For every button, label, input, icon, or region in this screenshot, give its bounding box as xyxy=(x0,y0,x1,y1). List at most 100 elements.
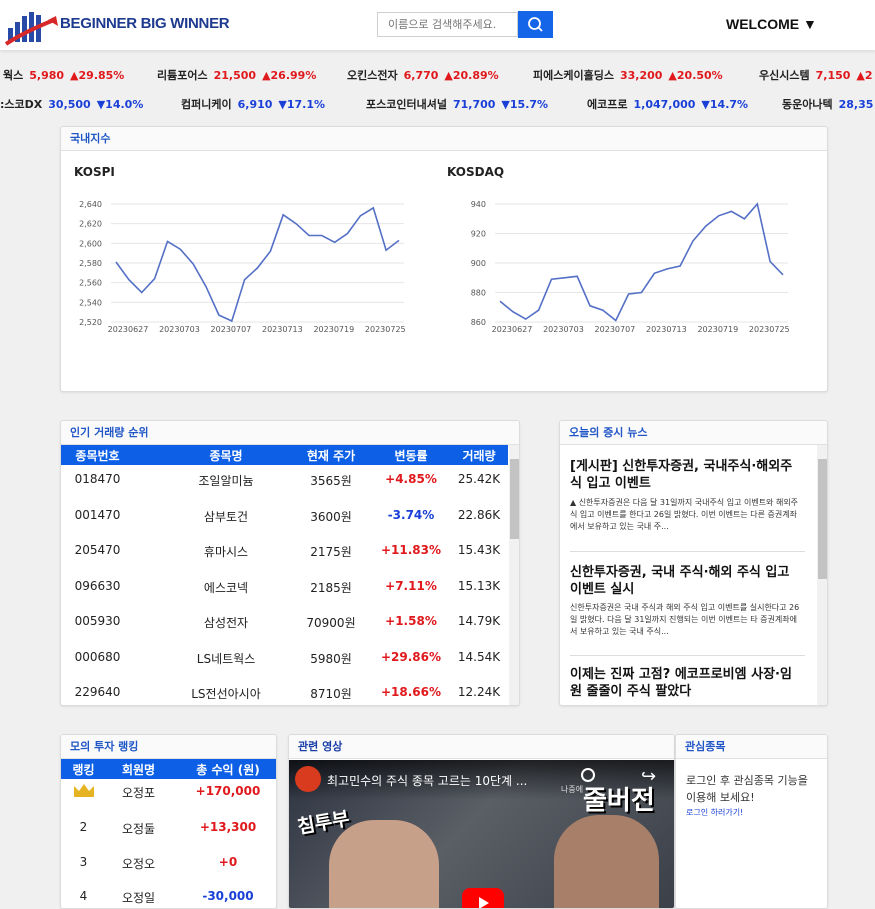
video-title[interactable]: 최고민수의 주식 종목 고르는 10단계 ... xyxy=(327,772,527,789)
video-panel-title: 관련 영상 xyxy=(289,735,674,759)
cell-code: 005930 xyxy=(74,614,121,628)
news-summary: 신한투자증권은 국내 주식과 해외 주식 입고 이벤트를 실시한다고 26일 밝… xyxy=(570,603,800,636)
ticker-name: 포스코인터내셔널 xyxy=(366,98,447,111)
col-profit: 총 수익 (원) xyxy=(196,763,260,777)
crown-icon xyxy=(71,783,97,802)
logo-icon[interactable] xyxy=(4,6,60,46)
ticker-item[interactable]: 피에스케이홀딩스 33,200 ▲20.50% xyxy=(533,67,723,83)
series-line xyxy=(499,202,784,322)
cell-price: 5980원 xyxy=(310,651,352,666)
video-player[interactable]: 최고민수의 주식 종목 고르는 10단계 ... 나중에 ↪ 줄버전 침투부 xyxy=(289,760,674,908)
search-button[interactable] xyxy=(518,11,553,38)
cell-price: 3600원 xyxy=(310,509,352,524)
news-title[interactable]: [게시판] 신한투자증권, 국내주식·해외주식 입고 이벤트 xyxy=(570,458,802,492)
member-name: 오정오 xyxy=(121,857,156,871)
ticker-name: 오킨스전자 xyxy=(347,69,398,82)
col-change: 변동률 xyxy=(394,449,428,463)
cell-change: +11.83% xyxy=(380,543,442,557)
search-input[interactable] xyxy=(377,12,518,37)
x-tick-label: 20230627 xyxy=(108,325,149,334)
cell-change: +18.66% xyxy=(380,685,442,699)
cell-volume: 25.42K xyxy=(457,472,501,486)
ticker-price: 1,047,000 xyxy=(633,98,696,111)
y-tick-label: 2,540 xyxy=(79,298,102,307)
news-title[interactable]: 신한투자증권, 국내 주식·해외 주식 입고 이벤트 실시 xyxy=(570,564,802,598)
y-tick-label: 2,600 xyxy=(79,239,102,248)
channel-avatar[interactable] xyxy=(295,766,321,792)
x-tick-label: 20230713 xyxy=(646,325,687,334)
ticker-price: 33,200 xyxy=(619,69,663,82)
login-message: 로그인 후 관심종목 기능을 이용해 보세요! xyxy=(686,774,808,804)
series-line xyxy=(115,206,400,323)
y-tick-label: 900 xyxy=(471,259,486,268)
search-icon xyxy=(528,17,543,32)
ticker-item[interactable]: 동운아나텍 28,35 xyxy=(782,96,875,112)
ticker-change: ▼14.7% xyxy=(701,98,749,111)
play-button[interactable] xyxy=(462,888,504,908)
ticker-item[interactable]: 컴퍼니케이 6,910 ▼17.1% xyxy=(181,96,325,112)
news-title[interactable]: 이제는 진짜 고점? 에코프로비엠 사장·임원 줄줄이 주식 팔았다 xyxy=(570,666,802,700)
y-tick-label: 860 xyxy=(471,318,486,327)
cell-price: 2175원 xyxy=(310,545,352,559)
ticker-item[interactable]: 웍스 5,980 ▲29.85% xyxy=(3,67,124,83)
ticker-change: ▲2 xyxy=(856,69,873,82)
welcome-menu[interactable]: WELCOME ▼ xyxy=(726,16,817,32)
scroll-thumb[interactable] xyxy=(510,459,519,539)
cell-code: 096630 xyxy=(74,578,121,593)
cell-volume: 22.86K xyxy=(457,507,501,522)
watch-later-label: 나중에 xyxy=(561,785,584,794)
member-profit: +0 xyxy=(218,855,238,869)
watchlist-panel: 관심종목 로그인 후 관심종목 기능을 이용해 보세요! 로그인 하러가기! xyxy=(675,734,828,909)
ticker-item[interactable]: 포스코인터내셔널 71,700 ▼15.7% xyxy=(366,96,548,112)
ticker-name: :스코DX xyxy=(0,98,43,111)
cell-code: 018470 xyxy=(74,472,121,486)
ticker-name: 에코프로 xyxy=(587,98,628,111)
volume-table-header: 종목번호 종목명 현재 주가 변동률 거래량 xyxy=(61,445,508,465)
x-tick-label: 20230627 xyxy=(492,325,533,334)
col-name: 종목명 xyxy=(209,449,243,463)
scroll-thumb[interactable] xyxy=(818,459,827,579)
member-rank: 3 xyxy=(79,855,88,869)
brand-name[interactable]: BEGINNER BIG WINNER xyxy=(60,15,230,32)
y-tick-label: 2,520 xyxy=(79,318,102,327)
ranking-table-header: 랭킹 회원명 총 수익 (원) xyxy=(61,759,276,779)
news-divider xyxy=(570,655,805,656)
top-header: BEGINNER BIG WINNER WELCOME ▼ xyxy=(0,0,875,50)
y-tick-label: 940 xyxy=(471,200,486,209)
cell-volume: 15.13K xyxy=(457,578,501,593)
member-profit: +13,300 xyxy=(199,820,257,834)
news-scrollbar[interactable] xyxy=(817,445,827,705)
cell-price: 8710원 xyxy=(310,687,352,701)
ticker-item[interactable]: 오킨스전자 6,770 ▲20.89% xyxy=(347,67,499,83)
news-summary: ▲ 신한투자증권은 다음 달 31일까지 국내주식 입고 이벤트와 해외주식 입… xyxy=(570,498,799,531)
ticker-name: 컴퍼니케이 xyxy=(181,98,232,111)
x-tick-label: 20230707 xyxy=(595,325,636,334)
ticker-change: ▼17.1% xyxy=(278,98,326,111)
person-right xyxy=(554,815,659,908)
ticker-item[interactable]: 우신시스템 7,150 ▲2 xyxy=(759,67,873,83)
x-tick-label: 20230719 xyxy=(313,325,354,334)
ticker-price: 21,500 xyxy=(213,69,257,82)
cell-price: 70900원 xyxy=(306,616,356,630)
ticker-change: ▼15.7% xyxy=(501,98,549,111)
x-tick-label: 20230703 xyxy=(543,325,584,334)
ticker-item[interactable]: 리튬포어스 21,500 ▲26.99% xyxy=(157,67,316,83)
cell-name: 삼부토건 xyxy=(203,509,249,524)
cell-volume: 12.24K xyxy=(457,685,501,699)
cell-code: 000680 xyxy=(74,649,121,664)
ticker-change: ▲29.85% xyxy=(70,69,125,82)
play-icon xyxy=(479,897,489,908)
news-panel-title: 오늘의 증시 뉴스 xyxy=(560,421,827,445)
ticker-rising: 웍스 5,980 ▲29.85% 리튬포어스 21,500 ▲26.99% 오킨스전자 6… xyxy=(0,67,875,87)
ticker-item[interactable]: 에코프로 1,047,000 ▼14.7% xyxy=(587,96,748,112)
member-name: 오정일 xyxy=(121,891,156,905)
member-rank: 4 xyxy=(79,889,88,903)
cell-change: +1.58% xyxy=(385,614,437,628)
volume-scrollbar[interactable] xyxy=(509,445,519,705)
ticker-item[interactable]: :스코DX 30,500 ▼14.0% xyxy=(0,96,143,112)
login-link[interactable]: 로그인 하러가기! xyxy=(686,807,743,818)
y-tick-label: 920 xyxy=(471,230,486,239)
cell-name: 삼성전자 xyxy=(203,616,249,630)
ticker-price: 30,500 xyxy=(48,98,91,111)
ticker-falling: :스코DX 30,500 ▼14.0% 컴퍼니케이 6,910 ▼17.1% 포스코인터… xyxy=(0,96,875,116)
